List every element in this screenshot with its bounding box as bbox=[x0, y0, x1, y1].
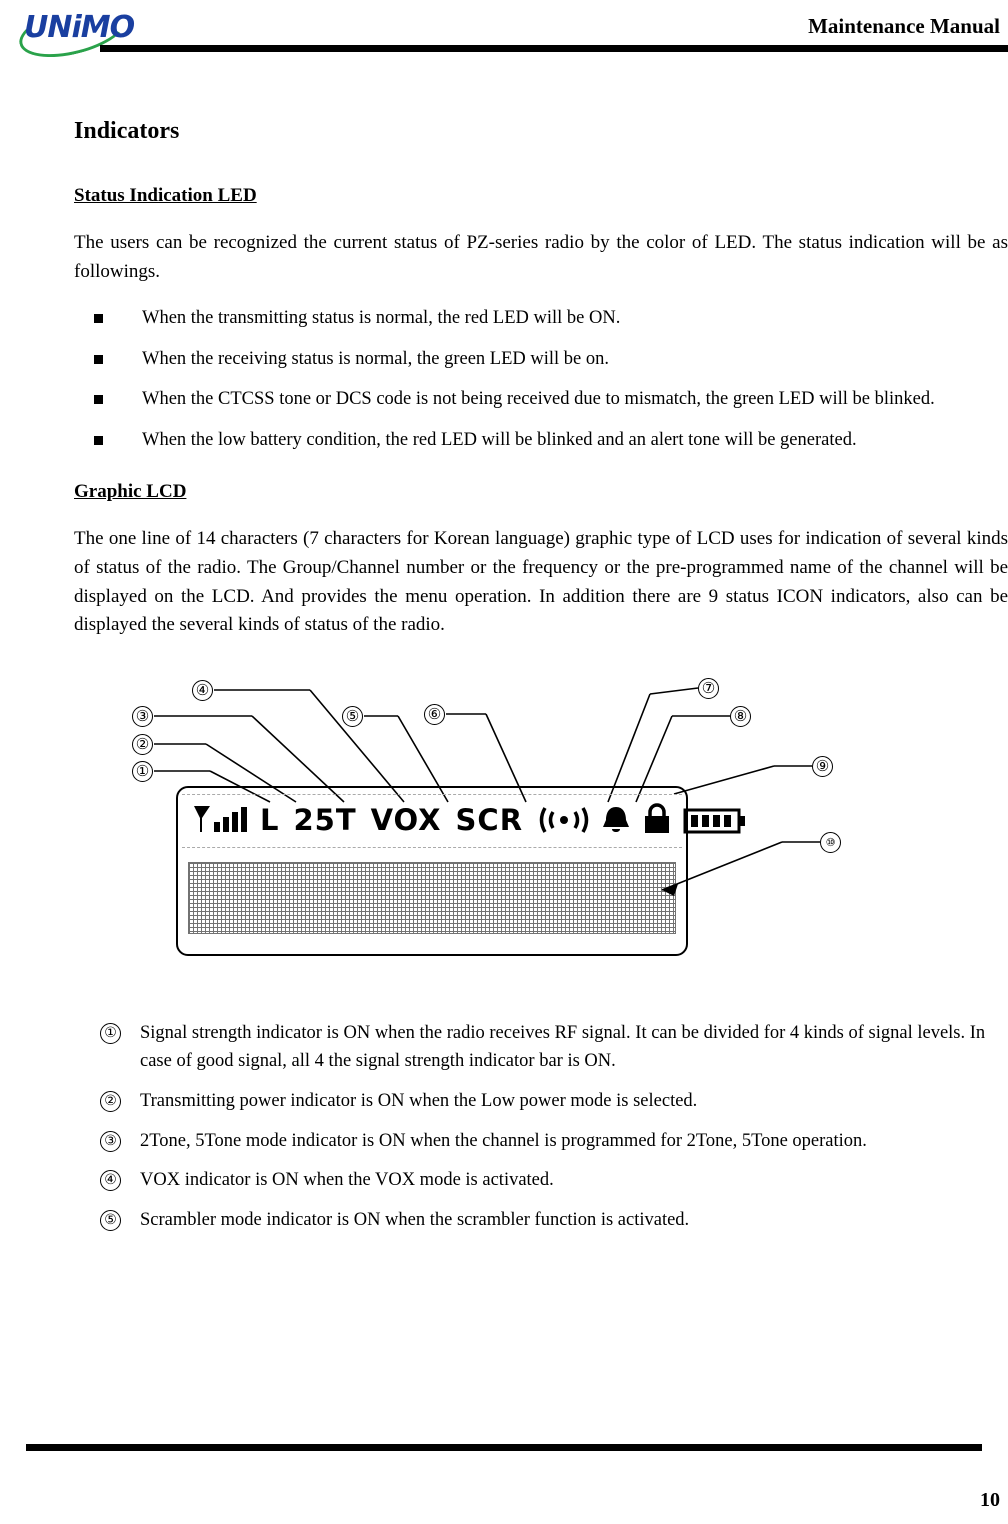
list-item-text: When the receiving status is normal, the… bbox=[142, 348, 609, 369]
list-item-text: VOX indicator is ON when the VOX mode is… bbox=[140, 1170, 554, 1191]
page-number: 10 bbox=[980, 1489, 1000, 1511]
header-divider bbox=[100, 45, 1008, 52]
list-item: ③ 2Tone, 5Tone mode indicator is ON when … bbox=[74, 1128, 1008, 1156]
page-content: Indicators Status Indication LED The use… bbox=[74, 118, 1008, 1247]
list-item-text: When the low battery condition, the red … bbox=[142, 430, 857, 450]
list-item-number: ⑤ bbox=[100, 1210, 121, 1231]
list-item-number: ① bbox=[100, 1023, 121, 1045]
scrambler-icon: SCR bbox=[455, 803, 524, 838]
list-item-text: 2Tone, 5Tone mode indicator is ON when t… bbox=[140, 1130, 867, 1151]
list-item-text: Scrambler mode indicator is ON when the … bbox=[140, 1210, 690, 1230]
status-led-bullet-list: When the transmitting status is normal, … bbox=[74, 305, 1008, 455]
list-item-text: Transmitting power indicator is ON when … bbox=[140, 1090, 698, 1111]
list-item-number: ④ bbox=[100, 1170, 121, 1192]
bell-icon bbox=[603, 807, 630, 833]
battery-icon bbox=[683, 808, 746, 834]
page-title: Indicators bbox=[74, 118, 180, 144]
lcd-dot-matrix-area bbox=[188, 862, 676, 935]
bullet-square-icon bbox=[94, 313, 103, 323]
heading-status-indication-led: Status Indication LED bbox=[74, 185, 257, 206]
paragraph-status-led-intro: The users can be recognized the current … bbox=[74, 232, 1008, 282]
vox-icon: VOX bbox=[370, 803, 442, 838]
lcd-diagram: ① ② ③ ④ ⑤ ⑥ ⑦ ⑧ ⑨ ⑩ L 25T VOX SCR bbox=[74, 674, 1008, 994]
lcd-icon-group: L 25T VOX SCR bbox=[190, 792, 749, 848]
manual-title: Maintenance Manual bbox=[808, 14, 1000, 38]
list-item: ⑤ Scrambler mode indicator is ON when the… bbox=[74, 1207, 1008, 1235]
list-item: ④ VOX indicator is ON when the VOX mode i… bbox=[74, 1167, 1008, 1195]
indicator-description-list: ① Signal strength indicator is ON when th… bbox=[74, 1020, 1008, 1235]
heading-graphic-lcd: Graphic LCD bbox=[74, 480, 187, 502]
list-item-number: ③ bbox=[100, 1130, 121, 1152]
paragraph-graphic-lcd-intro: The one line of 14 characters (7 charact… bbox=[74, 527, 1008, 636]
footer-divider bbox=[26, 1444, 982, 1451]
list-item: ① Signal strength indicator is ON when th… bbox=[74, 1020, 1008, 1076]
low-power-icon: L bbox=[260, 803, 280, 838]
bullet-square-icon bbox=[94, 354, 103, 364]
list-item-text: When the CTCSS tone or DCS code is not b… bbox=[142, 389, 935, 410]
tone-mode-icon: 25T bbox=[293, 803, 357, 838]
lock-icon bbox=[645, 803, 670, 834]
signal-strength-icon bbox=[194, 806, 247, 833]
list-item: When the low battery condition, the red … bbox=[74, 427, 1008, 455]
list-item-text: When the transmitting status is normal, … bbox=[142, 307, 621, 328]
list-item: ② Transmitting power indicator is ON when… bbox=[74, 1088, 1008, 1116]
list-item-text: Signal strength indicator is ON when the… bbox=[140, 1023, 986, 1071]
list-item-number: ② bbox=[100, 1090, 121, 1112]
list-item: When the CTCSS tone or DCS code is not b… bbox=[74, 386, 1008, 414]
list-item: When the receiving status is normal, the… bbox=[74, 346, 1008, 374]
transmit-wave-icon bbox=[539, 807, 589, 834]
unimo-logo: UNiMO bbox=[14, 0, 135, 67]
logo-text: UNiMO bbox=[24, 10, 135, 45]
page-header: UNiMO Maintenance Manual bbox=[0, 0, 1008, 67]
list-item: When the transmitting status is normal, … bbox=[74, 305, 1008, 333]
bullet-square-icon bbox=[94, 395, 103, 405]
bullet-square-icon bbox=[94, 436, 103, 445]
